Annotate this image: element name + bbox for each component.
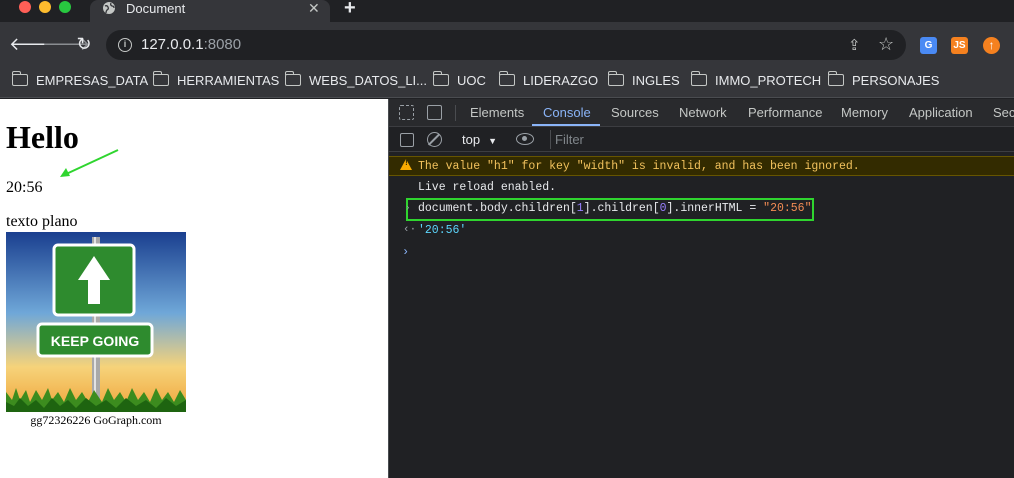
new-tab-button[interactable]: +	[344, 0, 356, 20]
tab-strip: Document ✕ +	[0, 0, 1014, 22]
folder-icon	[284, 71, 301, 86]
folder-icon	[152, 71, 169, 86]
bookmark-folder[interactable]: LIDERAZGO	[498, 71, 598, 89]
bookmark-folder[interactable]: INGLES	[607, 71, 680, 89]
folder-icon	[827, 71, 844, 86]
keep-going-sign-image: KEEP GOING	[6, 232, 186, 412]
tab-security[interactable]: Sec	[993, 105, 1014, 120]
url-text[interactable]: 127.0.0.1:8080	[141, 36, 241, 53]
close-window-button[interactable]	[19, 1, 31, 13]
globe-icon	[103, 2, 115, 14]
js-extension-icon[interactable]: JS	[951, 37, 968, 54]
time-text: 20:56	[6, 179, 43, 196]
upload-extension-icon[interactable]: ↑	[983, 37, 1000, 54]
console-sidebar-icon[interactable]	[400, 133, 414, 147]
console-warning: The value "h1" for key "width" is invali…	[389, 156, 1014, 176]
back-arrow-icon[interactable]: 🡐	[9, 34, 57, 54]
active-tab-indicator	[532, 124, 600, 126]
folder-icon	[607, 71, 624, 86]
forward-arrow-icon[interactable]: 🡒	[42, 34, 90, 54]
console-filter-input[interactable]: Filter	[550, 130, 1014, 149]
translate-extension-icon[interactable]: G	[920, 37, 937, 54]
bookmark-folder[interactable]: HERRAMIENTAS	[152, 71, 279, 89]
annotation-arrow-icon	[60, 149, 119, 177]
tab-title: Document	[126, 1, 186, 16]
bookmark-folder[interactable]: EMPRESAS_DATA	[11, 71, 148, 89]
live-expression-eye-icon[interactable]	[516, 133, 534, 145]
context-selector[interactable]: top ▼	[462, 132, 497, 147]
bookmarks-bar: EMPRESAS_DATA HERRAMIENTAS WEBS_DATOS_LI…	[0, 66, 1014, 98]
tab-memory[interactable]: Memory	[841, 105, 888, 120]
page-viewport: Hello 20:56 texto plano KEEP GOING gg723…	[0, 99, 388, 478]
divider	[455, 105, 456, 121]
tab-sources[interactable]: Sources	[611, 105, 659, 120]
folder-icon	[498, 71, 515, 86]
browser-tab[interactable]: Document ✕	[90, 0, 330, 22]
plain-text: texto plano	[6, 213, 78, 230]
reload-icon[interactable]: ↻	[74, 34, 94, 54]
console-log: Live reload enabled.	[418, 181, 557, 194]
bookmark-folder[interactable]: WEBS_DATOS_LI...	[284, 71, 427, 89]
minimize-window-button[interactable]	[39, 1, 51, 13]
tab-close-icon[interactable]: ✕	[308, 0, 320, 17]
tab-performance[interactable]: Performance	[748, 105, 822, 120]
folder-icon	[432, 71, 449, 86]
bookmark-folder[interactable]: IMMO_PROTECH	[690, 71, 821, 89]
maximize-window-button[interactable]	[59, 1, 71, 13]
result-arrow-icon: ‹·	[403, 224, 417, 236]
address-bar[interactable]: i 127.0.0.1:8080 ⇪ ☆	[106, 30, 906, 60]
tab-elements[interactable]: Elements	[470, 105, 524, 120]
folder-icon	[690, 71, 707, 86]
folder-icon	[11, 71, 28, 86]
share-icon[interactable]: ⇪	[848, 36, 861, 54]
site-info-icon[interactable]: i	[118, 38, 132, 52]
device-toolbar-icon[interactable]	[427, 105, 442, 120]
clear-console-icon[interactable]	[427, 132, 442, 147]
tab-console[interactable]: Console	[543, 105, 591, 120]
devtools-panel: Elements Console Sources Network Perform…	[388, 99, 1014, 478]
caret-down-icon: ▼	[488, 136, 497, 146]
console-toolbar: top ▼ Filter	[389, 128, 1014, 152]
browser-toolbar: 🡐 🡒 ↻ i 127.0.0.1:8080 ⇪ ☆ G JS ↑	[0, 22, 1014, 66]
image-caption: gg72326226 GoGraph.com	[30, 413, 162, 427]
sign-text: KEEP GOING	[51, 333, 140, 349]
input-chevron-icon: ›	[405, 203, 411, 213]
bookmark-folder[interactable]: PERSONAJES	[827, 71, 939, 89]
tab-network[interactable]: Network	[679, 105, 727, 120]
console-command[interactable]: document.body.children[1].children[0].in…	[418, 202, 811, 215]
warning-message: The value "h1" for key "width" is invali…	[418, 160, 860, 173]
warning-icon	[400, 159, 412, 170]
devtools-tabbar: Elements Console Sources Network Perform…	[389, 99, 1014, 127]
bookmark-star-icon[interactable]: ☆	[878, 34, 894, 55]
bookmark-folder[interactable]: UOC	[432, 71, 486, 89]
tab-application[interactable]: Application	[909, 105, 973, 120]
inspect-element-icon[interactable]	[399, 105, 414, 120]
console-prompt-icon[interactable]: ›	[402, 245, 409, 259]
console-result: '20:56'	[418, 224, 467, 237]
